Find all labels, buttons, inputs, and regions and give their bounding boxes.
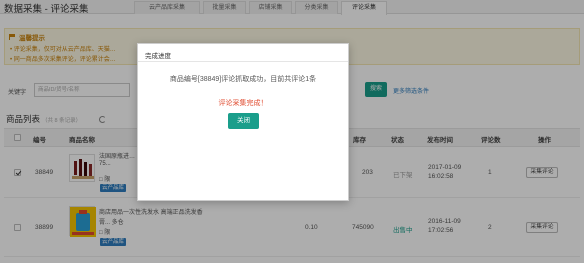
dialog-title: 完成进度 xyxy=(145,53,171,60)
close-button[interactable]: 关闭 xyxy=(228,113,259,129)
dialog-done-message: 评论采集完成！ xyxy=(218,100,268,107)
dialog-header: 完成进度 xyxy=(138,44,348,62)
progress-dialog: 完成进度 商品编号[38849]评论抓取成功，目前共评论1条 评论采集完成！ 关… xyxy=(137,43,349,201)
dialog-message: 商品编号[38849]评论抓取成功，目前共评论1条 xyxy=(169,76,317,83)
